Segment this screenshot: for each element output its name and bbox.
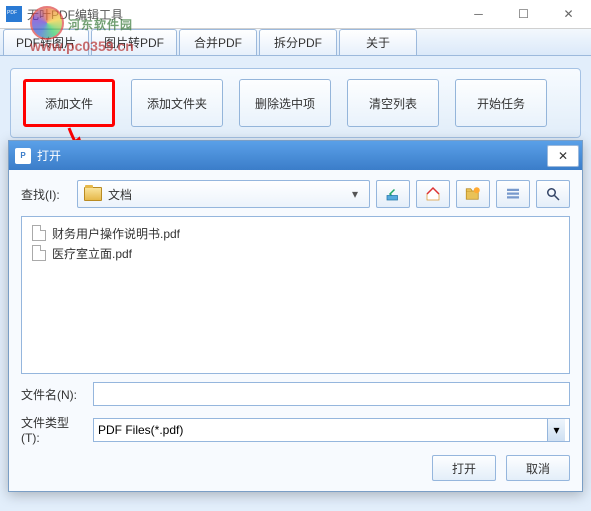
nav-search-button[interactable] <box>536 180 570 208</box>
minimize-button[interactable]: ─ <box>456 0 501 29</box>
window-title: 无叶PDF编辑工具 <box>27 6 456 23</box>
clear-list-button[interactable]: 清空列表 <box>347 79 439 127</box>
maximize-button[interactable]: ☐ <box>501 0 546 29</box>
cancel-button[interactable]: 取消 <box>506 455 570 481</box>
filename-label: 文件名(N): <box>21 386 85 403</box>
lookup-folder-select[interactable]: 文档 ▾ <box>77 180 370 208</box>
file-list[interactable]: 财务用户操作说明书.pdf 医疗室立面.pdf <box>21 216 570 374</box>
app-icon <box>6 6 22 22</box>
tab-pdf-to-image[interactable]: PDF转图片 <box>3 29 89 55</box>
tabbar: PDF转图片 图片转PDF 合并PDF 拆分PDF 关于 <box>0 29 591 56</box>
titlebar: 无叶PDF编辑工具 ─ ☐ ✕ <box>0 0 591 29</box>
lookup-folder-value: 文档 <box>108 186 347 203</box>
file-icon <box>32 225 46 241</box>
filename-input[interactable] <box>93 382 570 406</box>
dialog-close-button[interactable]: ✕ <box>547 145 579 167</box>
tab-image-to-pdf[interactable]: 图片转PDF <box>91 29 177 55</box>
nav-new-folder-button[interactable] <box>456 180 490 208</box>
dialog-title: 打开 <box>37 147 547 164</box>
chevron-down-icon: ▾ <box>547 419 565 441</box>
folder-icon <box>84 187 102 201</box>
add-folder-button[interactable]: 添加文件夹 <box>131 79 223 127</box>
start-task-button[interactable]: 开始任务 <box>455 79 547 127</box>
dialog-icon: P <box>15 148 31 164</box>
close-button[interactable]: ✕ <box>546 0 591 29</box>
filetype-select[interactable]: PDF Files(*.pdf) ▾ <box>93 418 570 442</box>
file-icon <box>32 245 46 261</box>
add-file-button[interactable]: 添加文件 <box>23 79 115 127</box>
chevron-down-icon: ▾ <box>347 187 363 201</box>
tab-merge-pdf[interactable]: 合并PDF <box>179 29 257 55</box>
nav-back-button[interactable] <box>376 180 410 208</box>
tab-about[interactable]: 关于 <box>339 29 417 55</box>
file-item[interactable]: 财务用户操作说明书.pdf <box>28 223 563 243</box>
nav-home-button[interactable] <box>416 180 450 208</box>
delete-selected-button[interactable]: 删除选中项 <box>239 79 331 127</box>
filetype-label: 文件类型(T): <box>21 414 85 445</box>
file-item[interactable]: 医疗室立面.pdf <box>28 243 563 263</box>
dialog-titlebar: P 打开 ✕ <box>9 141 582 170</box>
nav-list-view-button[interactable] <box>496 180 530 208</box>
lookup-label: 查找(I): <box>21 186 71 203</box>
tab-split-pdf[interactable]: 拆分PDF <box>259 29 337 55</box>
main-window: 无叶PDF编辑工具 ─ ☐ ✕ PDF转图片 图片转PDF 合并PDF 拆分PD… <box>0 0 591 511</box>
open-file-dialog: P 打开 ✕ 查找(I): 文档 ▾ <box>8 140 583 492</box>
open-button[interactable]: 打开 <box>432 455 496 481</box>
